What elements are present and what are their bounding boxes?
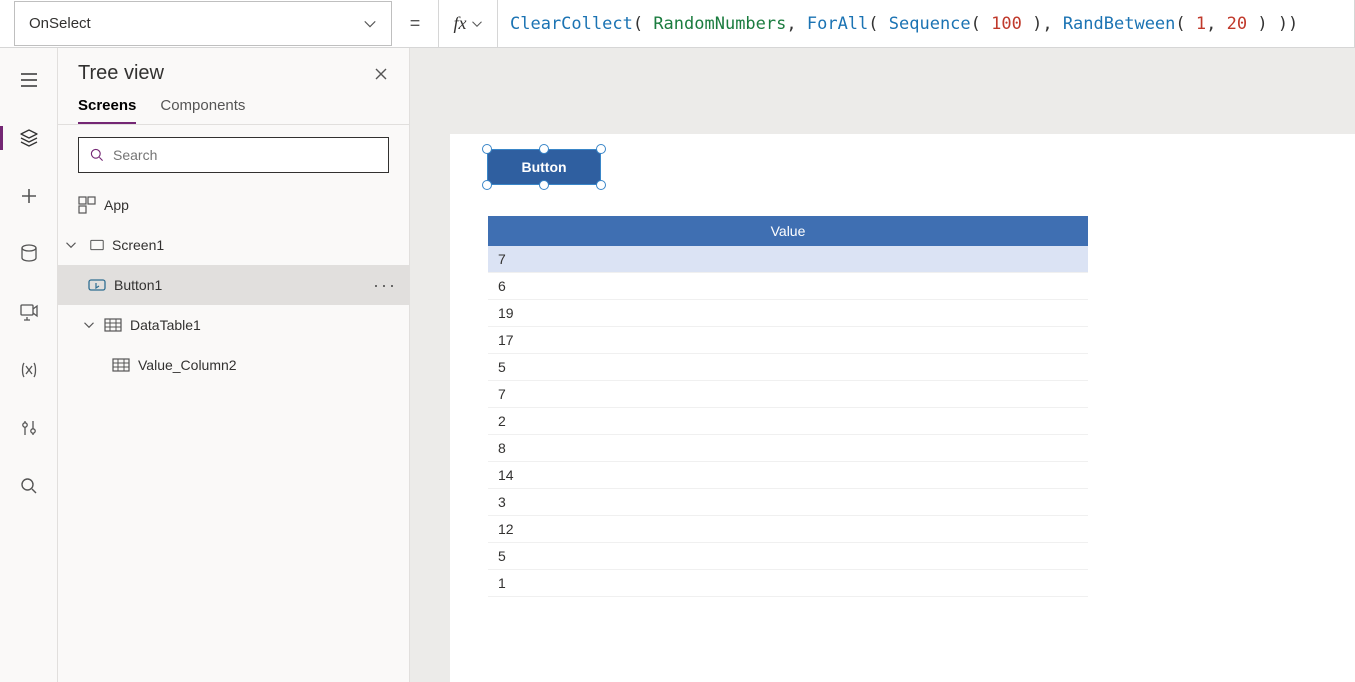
formula-token: , xyxy=(786,14,806,34)
formula-token: 1 xyxy=(1196,14,1206,34)
tree: App Screen1 Button1 ··· xyxy=(58,185,409,682)
table-row[interactable]: 5 xyxy=(488,543,1088,570)
media-rail-button[interactable] xyxy=(9,292,49,332)
property-selector-value: OnSelect xyxy=(29,15,91,32)
formula-token: ForAll xyxy=(807,14,868,34)
tree-item-button1[interactable]: Button1 ··· xyxy=(58,265,409,305)
search-field[interactable] xyxy=(113,147,378,163)
treeview-tabs: Screens Components xyxy=(58,89,409,125)
table-row[interactable]: 8 xyxy=(488,435,1088,462)
formula-input[interactable]: ClearCollect( RandomNumbers, ForAll( Seq… xyxy=(498,0,1355,47)
tab-components[interactable]: Components xyxy=(160,97,245,124)
fx-button[interactable]: fx xyxy=(438,0,498,47)
canvas-button-control[interactable]: Button xyxy=(488,150,600,184)
chevron-down-icon[interactable] xyxy=(64,238,78,252)
formula-token: 20 xyxy=(1227,14,1247,34)
formula-token: ClearCollect xyxy=(510,14,633,34)
formula-token: ) )) xyxy=(1247,14,1298,34)
table-icon xyxy=(112,356,130,374)
chevron-down-icon xyxy=(363,17,377,31)
table-header[interactable]: Value xyxy=(488,216,1088,246)
treeview-title: Tree view xyxy=(78,62,164,85)
artboard[interactable]: Button Value 76191757281431251 xyxy=(450,134,1355,682)
app-icon xyxy=(78,196,96,214)
formula-token: ( xyxy=(633,14,653,34)
tree-item-app[interactable]: App xyxy=(58,185,409,225)
table-row[interactable]: 5 xyxy=(488,354,1088,381)
formula-token: 100 xyxy=(991,14,1022,34)
formula-token: ( xyxy=(971,14,991,34)
tree-item-label: Value_Column2 xyxy=(138,357,397,373)
table-row[interactable]: 2 xyxy=(488,408,1088,435)
tree-item-label: Button1 xyxy=(114,277,365,293)
table-row[interactable]: 12 xyxy=(488,516,1088,543)
formula-token: RandBetween xyxy=(1063,14,1176,34)
canvas: Button Value 76191757281431251 xyxy=(410,48,1355,682)
resize-handle[interactable] xyxy=(539,180,549,190)
search-rail-button[interactable] xyxy=(9,466,49,506)
more-icon[interactable]: ··· xyxy=(373,275,397,296)
search-icon xyxy=(89,147,105,163)
chevron-down-icon xyxy=(471,18,483,30)
table-row[interactable]: 3 xyxy=(488,489,1088,516)
resize-handle[interactable] xyxy=(539,144,549,154)
resize-handle[interactable] xyxy=(482,180,492,190)
insert-rail-button[interactable] xyxy=(9,176,49,216)
tree-item-label: Screen1 xyxy=(112,237,397,253)
table-row[interactable]: 7 xyxy=(488,246,1088,273)
formula-token: RandomNumbers xyxy=(653,14,786,34)
formula-token: , xyxy=(1206,14,1226,34)
table-row[interactable]: 1 xyxy=(488,570,1088,597)
close-icon[interactable] xyxy=(373,66,389,82)
tree-item-label: App xyxy=(104,197,397,213)
screen-icon xyxy=(86,236,104,254)
property-selector[interactable]: OnSelect xyxy=(14,1,392,46)
table-row[interactable]: 19 xyxy=(488,300,1088,327)
resize-handle[interactable] xyxy=(482,144,492,154)
resize-handle[interactable] xyxy=(596,144,606,154)
formula-token: ( xyxy=(868,14,888,34)
hamburger-icon[interactable] xyxy=(9,60,49,100)
table-row[interactable]: 17 xyxy=(488,327,1088,354)
equals-label: = xyxy=(392,0,438,47)
chevron-down-icon[interactable] xyxy=(82,318,96,332)
tab-screens[interactable]: Screens xyxy=(78,97,136,124)
button-icon xyxy=(88,276,106,294)
left-rail xyxy=(0,48,58,682)
canvas-button-label: Button xyxy=(521,159,566,175)
data-rail-button[interactable] xyxy=(9,234,49,274)
search-input[interactable] xyxy=(78,137,389,173)
settings-rail-button[interactable] xyxy=(9,408,49,448)
resize-handle[interactable] xyxy=(596,180,606,190)
table-row[interactable]: 6 xyxy=(488,273,1088,300)
treeview-rail-button[interactable] xyxy=(9,118,49,158)
tree-item-datatable1[interactable]: DataTable1 xyxy=(58,305,409,345)
tree-item-valuecolumn[interactable]: Value_Column2 xyxy=(58,345,409,385)
table-icon xyxy=(104,316,122,334)
tree-item-label: DataTable1 xyxy=(130,317,397,333)
formula-token: Sequence xyxy=(889,14,971,34)
variables-rail-button[interactable] xyxy=(9,350,49,390)
fx-icon: fx xyxy=(454,13,467,34)
canvas-data-table[interactable]: Value 76191757281431251 xyxy=(488,216,1088,597)
formula-token: ), xyxy=(1022,14,1063,34)
table-row[interactable]: 14 xyxy=(488,462,1088,489)
tree-item-screen1[interactable]: Screen1 xyxy=(58,225,409,265)
table-row[interactable]: 7 xyxy=(488,381,1088,408)
tree-view-panel: Tree view Screens Components App xyxy=(58,48,410,682)
main-area: Tree view Screens Components App xyxy=(0,48,1355,682)
formula-token: ( xyxy=(1175,14,1195,34)
formula-bar: OnSelect = fx ClearCollect( RandomNumber… xyxy=(0,0,1355,48)
